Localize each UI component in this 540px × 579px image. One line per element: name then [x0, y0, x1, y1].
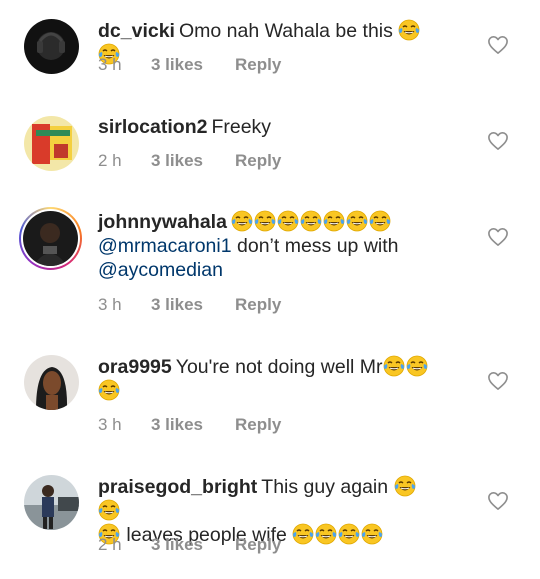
likes-count[interactable]: 3 likes [151, 415, 235, 435]
comment-meta: 2 h 3 likes Reply [98, 151, 281, 171]
like-heart-icon[interactable] [487, 131, 509, 151]
like-heart-icon[interactable] [487, 491, 509, 511]
comment-body: This guy again [261, 476, 389, 498]
comment-meta: 3 h 3 likes Reply [98, 295, 281, 315]
reply-button[interactable]: Reply [235, 55, 281, 75]
comment-text: ora9995 You're not doing well Mr [98, 355, 438, 403]
avatar-image [24, 355, 79, 410]
mention-link[interactable]: @aycomedian [98, 259, 223, 281]
reply-button[interactable]: Reply [235, 535, 281, 555]
comment-text: johnnywahala @mrmacaroni1 don’t mess up … [98, 210, 438, 282]
tears-of-joy-emoji-icon [315, 523, 337, 545]
comment-username[interactable]: johnnywahala [98, 211, 227, 233]
likes-count[interactable]: 3 likes [151, 55, 235, 75]
comment-meta: 3 h 3 likes Reply [98, 55, 281, 75]
avatar[interactable] [24, 475, 79, 530]
tears-of-joy-emoji-icon [398, 19, 420, 41]
like-heart-icon[interactable] [487, 227, 509, 247]
reply-button[interactable]: Reply [235, 295, 281, 315]
tears-of-joy-emoji-icon [231, 210, 253, 232]
tears-of-joy-emoji-icon [98, 499, 120, 521]
tears-of-joy-emoji-icon [338, 523, 360, 545]
tears-of-joy-emoji-icon [346, 210, 368, 232]
tears-of-joy-emoji-icon [394, 475, 416, 497]
comment-time: 3 h [98, 415, 122, 434]
tears-of-joy-emoji-icon [361, 523, 383, 545]
comment-body: don’t mess up with [237, 235, 399, 257]
reply-button[interactable]: Reply [235, 415, 281, 435]
tears-of-joy-emoji-icon [254, 210, 276, 232]
likes-count[interactable]: 3 likes [151, 151, 235, 171]
comment-time: 2 h [98, 535, 122, 554]
tears-of-joy-emoji-icon [369, 210, 391, 232]
tears-of-joy-emoji-icon [323, 210, 345, 232]
comment-username[interactable]: ora9995 [98, 356, 172, 378]
reply-button[interactable]: Reply [235, 151, 281, 171]
likes-count[interactable]: 3 likes [151, 295, 235, 315]
comment-time: 2 h [98, 151, 122, 170]
avatar-image [24, 19, 79, 74]
tears-of-joy-emoji-icon [98, 379, 120, 401]
comment-username[interactable]: sirlocation2 [98, 116, 207, 138]
avatar-image [23, 211, 78, 266]
comment-body: Omo nah Wahala be this [178, 20, 393, 42]
comment-time: 3 h [98, 295, 122, 314]
likes-count[interactable]: 3 likes [151, 535, 235, 555]
comment-meta: 3 h 3 likes Reply [98, 415, 281, 435]
avatar[interactable] [24, 19, 79, 74]
comment-body: Freeky [211, 116, 272, 138]
avatar[interactable] [24, 355, 79, 410]
avatar[interactable] [23, 211, 78, 266]
comment-text: sirlocation2 Freeky [98, 115, 438, 139]
comment-username[interactable]: praisegod_bright [98, 476, 257, 498]
tears-of-joy-emoji-icon [300, 210, 322, 232]
comment-meta: 2 h 3 likes Reply [98, 535, 281, 555]
tears-of-joy-emoji-icon [406, 355, 428, 377]
like-heart-icon[interactable] [487, 371, 509, 391]
tears-of-joy-emoji-icon [277, 210, 299, 232]
comment-time: 3 h [98, 55, 122, 74]
tears-of-joy-emoji-icon [383, 355, 405, 377]
comment-body: You're not doing well Mr [175, 356, 383, 378]
like-heart-icon[interactable] [487, 35, 509, 55]
comment-username[interactable]: dc_vicki [98, 20, 175, 42]
avatar-image [24, 116, 79, 171]
avatar-image [24, 475, 79, 530]
avatar[interactable] [24, 116, 79, 171]
tears-of-joy-emoji-icon [292, 523, 314, 545]
mention-link[interactable]: @mrmacaroni1 [98, 235, 232, 257]
